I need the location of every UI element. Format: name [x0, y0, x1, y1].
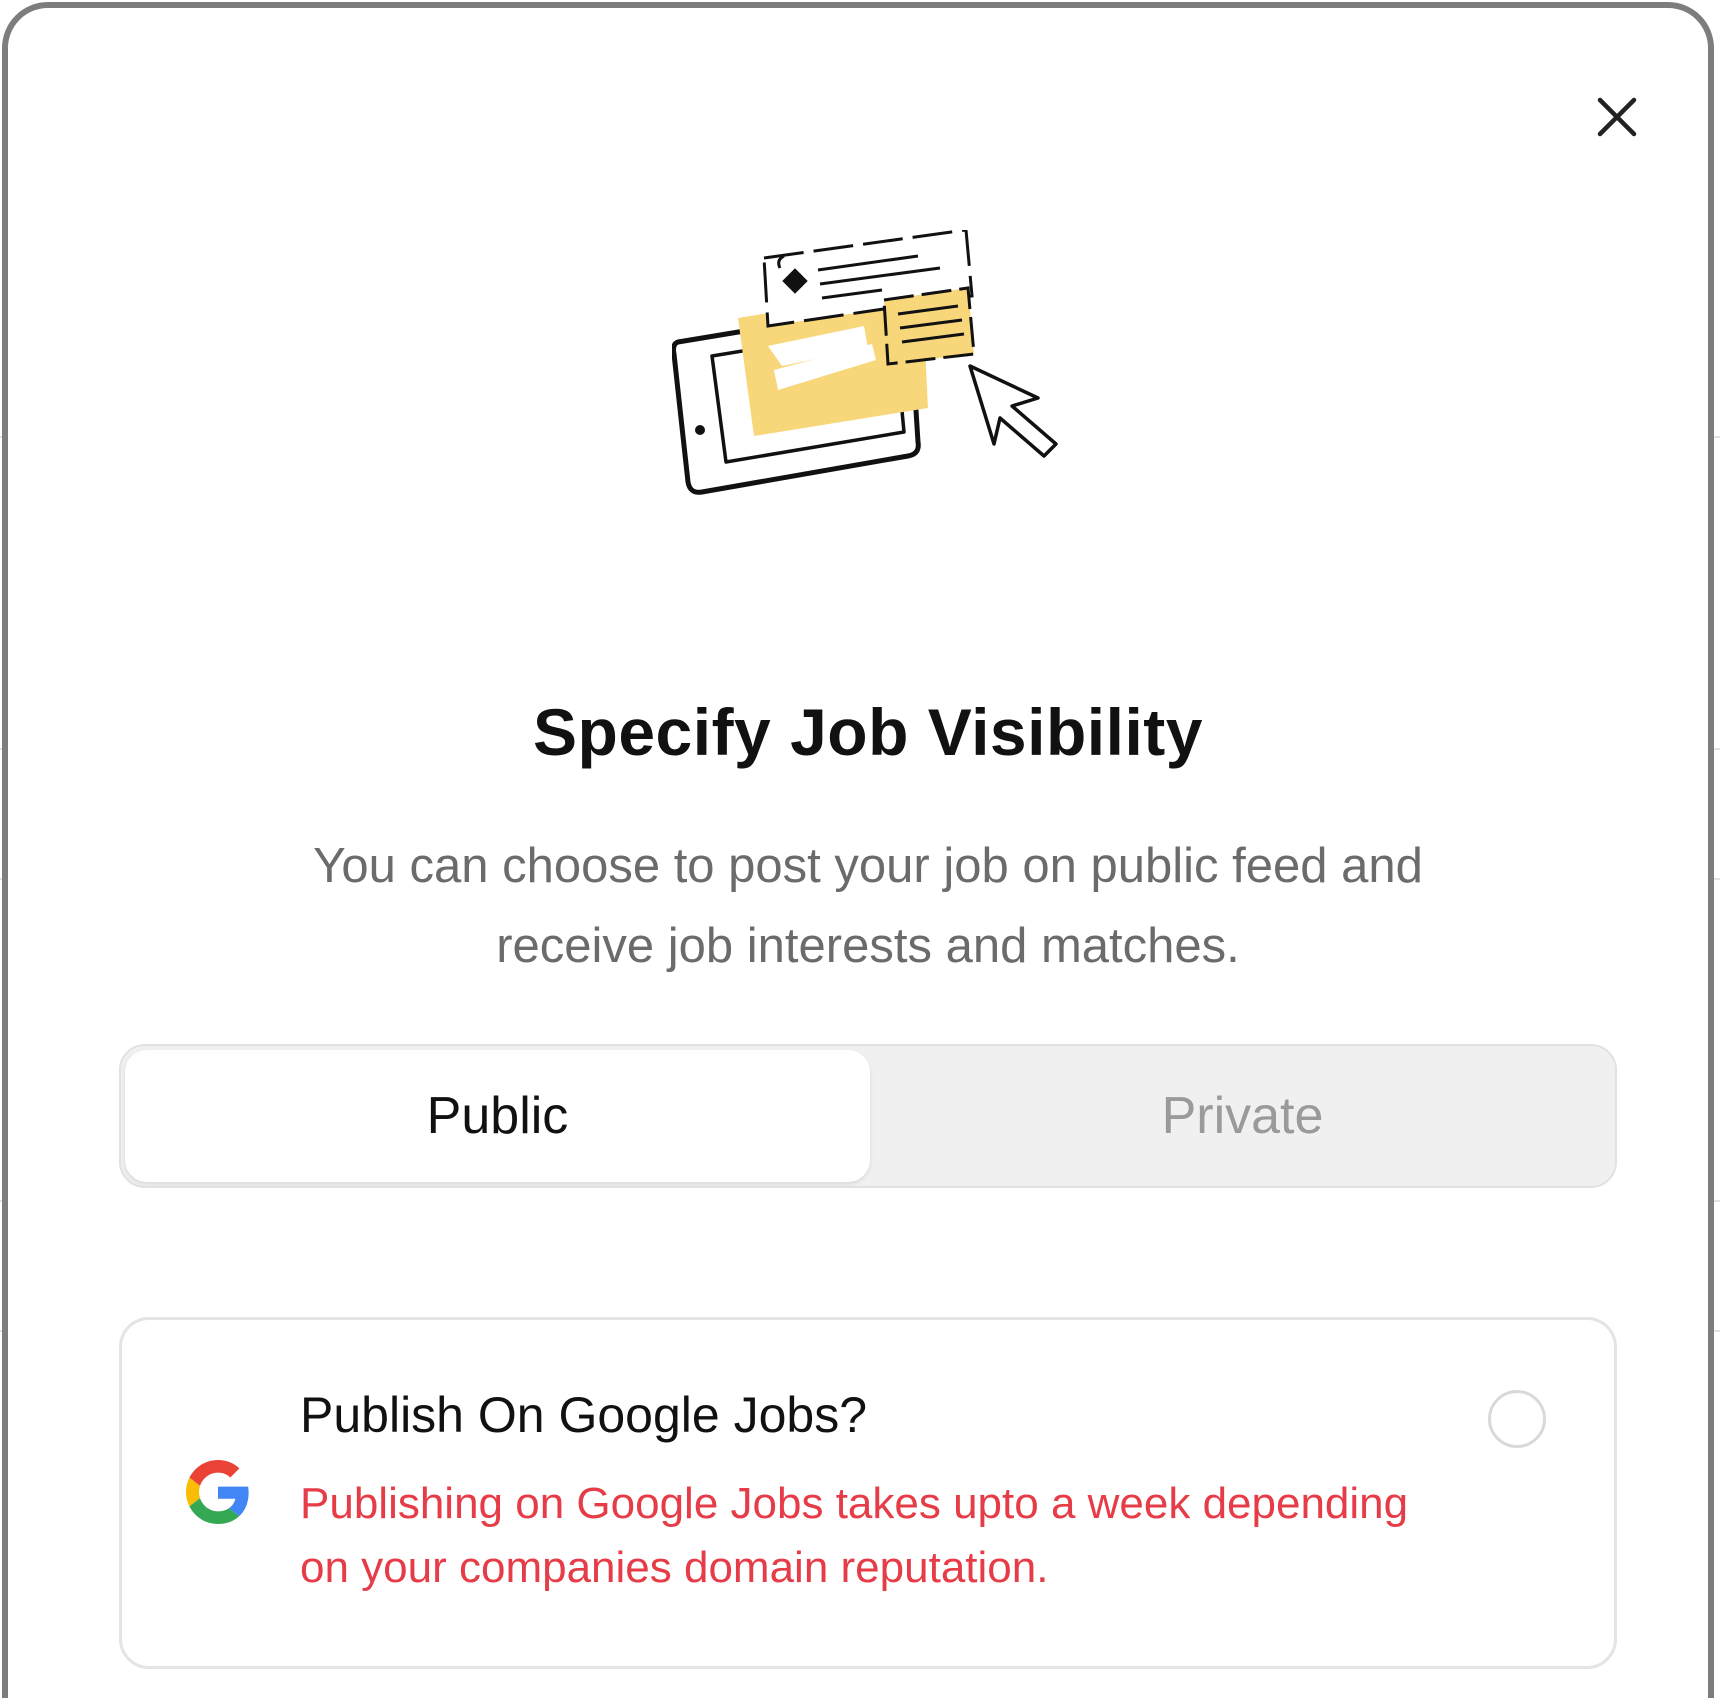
google-icon — [186, 1460, 250, 1524]
tab-public[interactable]: Public — [125, 1050, 870, 1182]
page: Specify Job Visibility You can choose to… — [0, 0, 1720, 1698]
google-jobs-option-card[interactable]: Publish On Google Jobs? Publishing on Go… — [119, 1317, 1617, 1669]
close-icon — [1597, 97, 1637, 137]
modal-subtitle: You can choose to post your job on publi… — [313, 839, 1423, 973]
visibility-toggle: Public Private — [119, 1044, 1617, 1188]
job-visibility-modal: Specify Job Visibility You can choose to… — [2, 2, 1714, 1698]
google-jobs-radio[interactable] — [1488, 1390, 1546, 1448]
tab-private[interactable]: Private — [870, 1050, 1615, 1182]
job-post-illustration — [671, 228, 1064, 530]
google-jobs-warning: Publishing on Google Jobs takes upto a w… — [300, 1479, 1409, 1592]
google-jobs-title: Publish On Google Jobs? — [300, 1387, 868, 1443]
close-button[interactable] — [1592, 92, 1642, 142]
modal-title: Specify Job Visibility — [532, 695, 1203, 769]
